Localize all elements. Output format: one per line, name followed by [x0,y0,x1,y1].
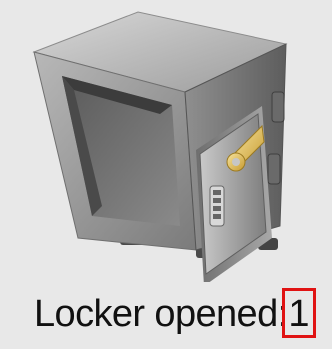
open-safe-icon [0,0,332,286]
locker-status: Locker opened: 1 [0,288,332,340]
locker-opened-label: Locker opened: [34,293,288,335]
locker-panel: Locker opened: 1 [0,0,332,349]
opened-count-badge: 1 [282,288,316,338]
